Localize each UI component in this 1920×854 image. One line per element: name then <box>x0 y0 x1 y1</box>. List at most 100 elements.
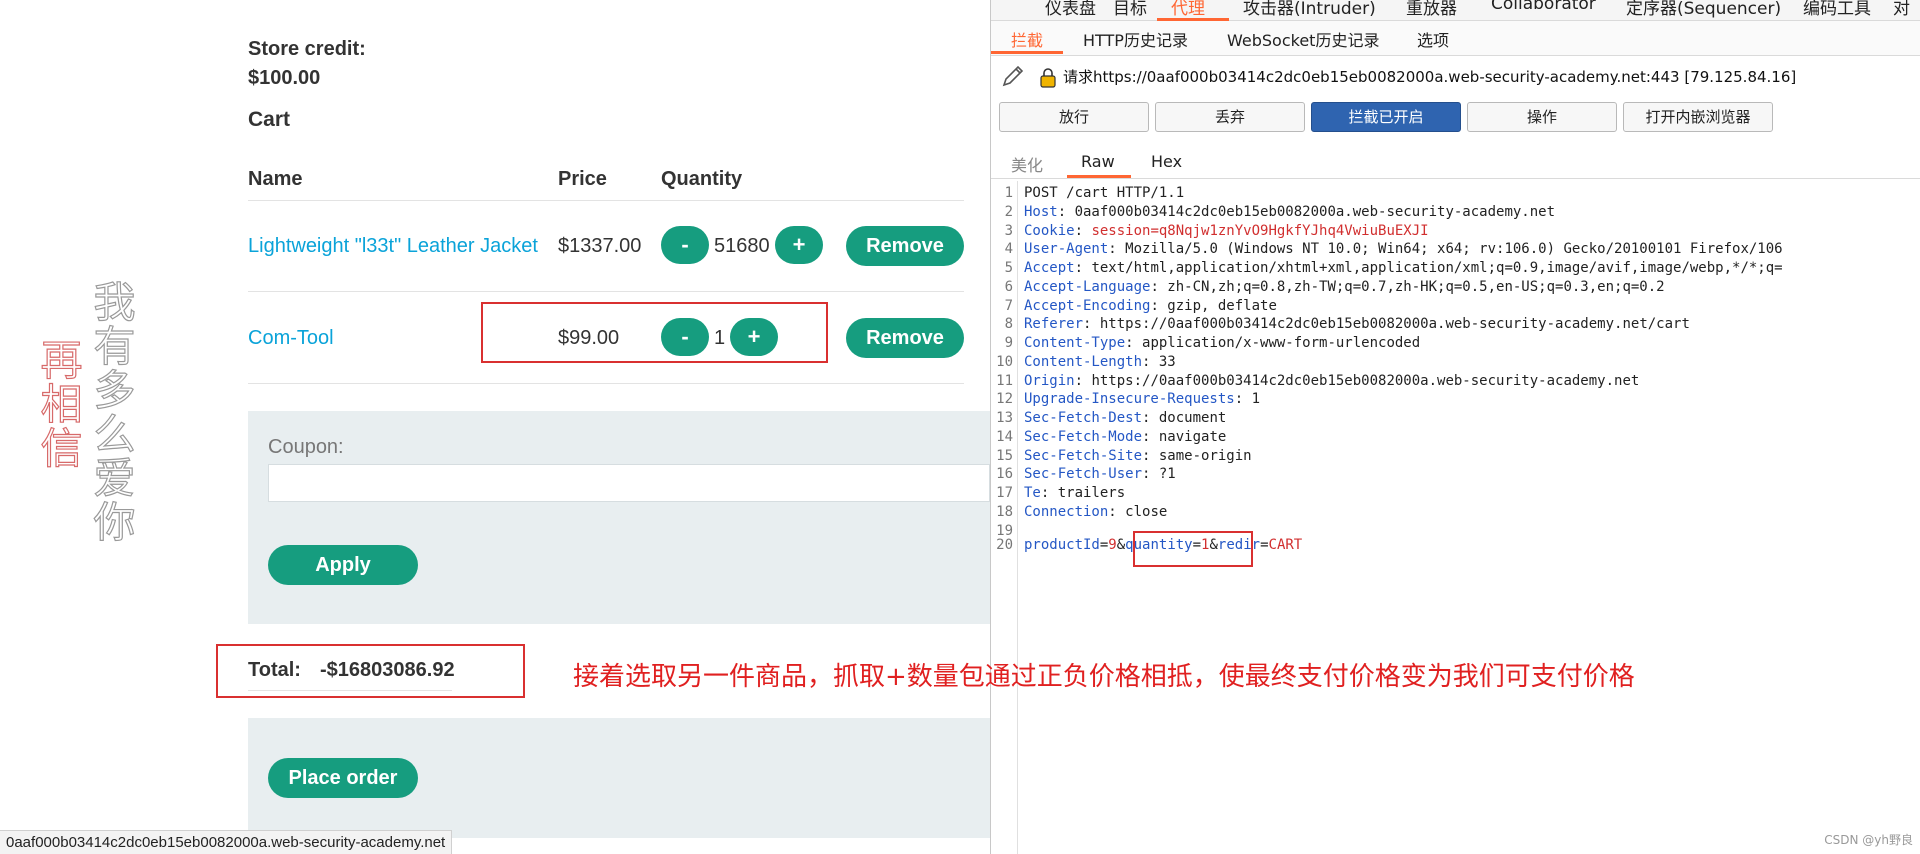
tab-collaborator[interactable]: Collaborator <box>1491 0 1596 14</box>
header-separator: : <box>1074 223 1092 239</box>
request-header-line: Upgrade-Insecure-Requests: 1 <box>1024 391 1260 407</box>
product-link-jacket[interactable]: Lightweight "l33t" Leather Jacket <box>248 235 538 258</box>
line-number: 10 <box>996 354 1013 370</box>
tab-repeater[interactable]: 重放器 <box>1406 0 1457 19</box>
request-header-line: Cookie: session=q8Nqjw1znYvO9HgkfYJhq4Vw… <box>1024 223 1429 239</box>
param-name: productId <box>1024 537 1100 553</box>
header-value: close <box>1125 504 1168 520</box>
coupon-label: Coupon: <box>268 436 344 458</box>
header-name: Upgrade-Insecure-Requests <box>1024 391 1235 407</box>
edit-pencil-icon[interactable] <box>1001 64 1025 88</box>
total-label: Total: <box>248 659 301 681</box>
tab-options[interactable]: 选项 <box>1417 27 1449 51</box>
header-name: User-Agent <box>1024 241 1109 257</box>
header-quantity: Quantity <box>661 168 743 190</box>
param-value: CART <box>1268 537 1303 553</box>
coupon-input[interactable] <box>268 464 990 502</box>
tab-raw[interactable]: Raw <box>1081 152 1115 171</box>
annotation-text: 接着选取另一件商品，抓取+数量包通过正负价格相抵，使最终支付价格变为我们可支付价… <box>573 662 1635 692</box>
header-name: Sec-Fetch-Mode <box>1024 429 1143 445</box>
header-name: Cookie <box>1024 223 1075 239</box>
total-divider <box>248 690 452 691</box>
line-number: 14 <box>996 429 1013 445</box>
request-target: 请求https://0aaf000b03414c2dc0eb15eb008200… <box>1063 68 1797 86</box>
header-separator: : <box>1074 260 1092 276</box>
header-value: trailers <box>1057 485 1126 501</box>
line-number: 17 <box>996 485 1013 501</box>
tab-intruder[interactable]: 攻击器(Intruder) <box>1243 0 1376 19</box>
header-value: session=q8Nqjw1znYvO9HgkfYJhq4VwiuBuEXJI <box>1091 223 1429 239</box>
request-header-line: POST /cart HTTP/1.1 <box>1024 185 1184 201</box>
ampersand: & <box>1116 537 1126 553</box>
total-value: -$16803086.92 <box>320 659 455 681</box>
place-order-button[interactable]: Place order <box>268 758 418 798</box>
header-name: Content-Length <box>1024 354 1143 370</box>
tab-dashboard[interactable]: 仪表盘 <box>1045 0 1096 19</box>
sub-tabs: 拦截 HTTP历史记录 WebSocket历史记录 选项 <box>991 21 1920 56</box>
header-value: document <box>1158 410 1227 426</box>
header-separator: : <box>1142 410 1159 426</box>
request-header-line: Accept-Language: zh-CN,zh;q=0.8,zh-TW;q=… <box>1024 279 1665 295</box>
header-name: Accept-Language <box>1024 279 1151 295</box>
tab-sequencer[interactable]: 定序器(Sequencer) <box>1626 0 1781 19</box>
intercept-on-button[interactable]: 拦截已开启 <box>1311 102 1461 132</box>
decrease-quantity-button[interactable]: - <box>661 226 709 264</box>
header-value: navigate <box>1158 429 1227 445</box>
header-value: 1 <box>1251 391 1261 407</box>
line-number: 18 <box>996 504 1013 520</box>
request-header-line: Content-Type: application/x-www-form-url… <box>1024 335 1420 351</box>
tab-comparer[interactable]: 对 <box>1893 0 1910 19</box>
tab-proxy[interactable]: 代理 <box>1171 0 1205 19</box>
request-header-line: Te: trailers <box>1024 485 1125 501</box>
product-link-com-tool[interactable]: Com-Tool <box>248 327 334 350</box>
highlight-box <box>481 302 828 363</box>
line-number: 13 <box>996 410 1013 426</box>
tab-hex[interactable]: Hex <box>1151 152 1182 171</box>
drop-button[interactable]: 丢弃 <box>1155 102 1305 132</box>
header-value: same-origin <box>1158 448 1252 464</box>
equals-sign: = <box>1260 537 1269 553</box>
header-value: Mozilla/5.0 (Windows NT 10.0; Win64; x64… <box>1125 241 1783 257</box>
tab-intercept[interactable]: 拦截 <box>1011 27 1043 51</box>
header-separator: : <box>1142 448 1159 464</box>
table-divider <box>248 200 964 201</box>
open-browser-button[interactable]: 打开内嵌浏览器 <box>1623 102 1773 132</box>
quantity-value: 51680 <box>714 235 770 257</box>
header-value: https://0aaf000b03414c2dc0eb15eb0082000a… <box>1099 316 1690 332</box>
header-value: gzip, deflate <box>1167 298 1277 314</box>
header-name: Referer <box>1024 316 1084 332</box>
header-name: Sec-Fetch-User <box>1024 466 1143 482</box>
header-price: Price <box>558 168 607 190</box>
request-header-line: Sec-Fetch-Mode: navigate <box>1024 429 1226 445</box>
header-value: https://0aaf000b03414c2dc0eb15eb0082000a… <box>1091 373 1640 389</box>
header-separator: : <box>1125 335 1143 351</box>
csdn-watermark: CSDN @yh野良 <box>1824 833 1913 847</box>
forward-button[interactable]: 放行 <box>999 102 1149 132</box>
header-value: application/x-www-form-urlencoded <box>1142 335 1421 351</box>
increase-quantity-button[interactable]: + <box>775 226 823 264</box>
tab-websocket-history[interactable]: WebSocket历史记录 <box>1227 27 1379 51</box>
tab-target[interactable]: 目标 <box>1113 0 1147 19</box>
store-credit-value: $100.00 <box>248 67 321 89</box>
header-name: Origin <box>1024 373 1075 389</box>
raw-request-editor[interactable]: 1 POST /cart HTTP/1.1 2 Host: 0aaf000b03414… <box>991 181 1920 854</box>
header-separator: : <box>1074 373 1092 389</box>
header-separator: : <box>1083 316 1100 332</box>
tab-pretty[interactable]: 美化 <box>1011 152 1043 176</box>
header-separator: : <box>1040 485 1058 501</box>
apply-button[interactable]: Apply <box>268 545 418 585</box>
header-value: ?1 <box>1158 466 1176 482</box>
active-subtab-indicator <box>991 51 1063 54</box>
action-button[interactable]: 操作 <box>1467 102 1617 132</box>
price-jacket: $1337.00 <box>558 235 642 257</box>
tab-decoder[interactable]: 编码工具 <box>1803 0 1871 19</box>
watermark-text-1: 我有多么爱你 <box>86 279 136 544</box>
tab-http-history[interactable]: HTTP历史记录 <box>1083 27 1188 51</box>
request-header-line: Sec-Fetch-Dest: document <box>1024 410 1226 426</box>
remove-button[interactable]: Remove <box>846 226 964 266</box>
line-number: 6 <box>1004 279 1013 295</box>
param-value: 9 <box>1108 537 1117 553</box>
header-separator: : <box>1234 391 1252 407</box>
header-separator: : <box>1150 279 1168 295</box>
remove-button[interactable]: Remove <box>846 318 964 358</box>
